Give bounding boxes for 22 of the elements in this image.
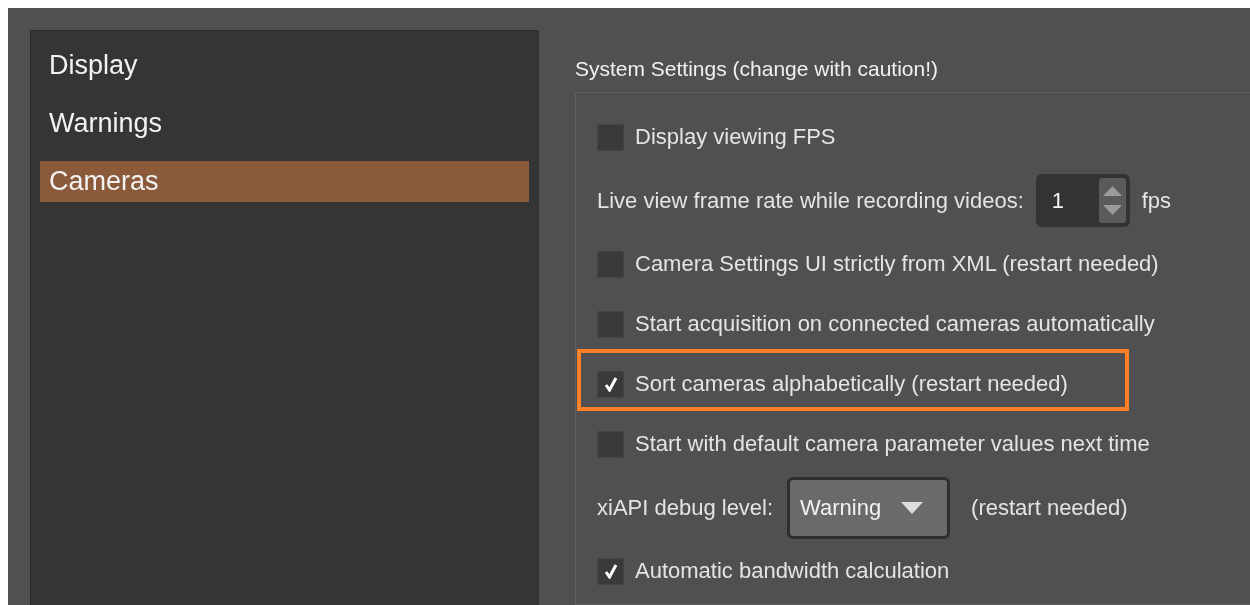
checkbox-label: Automatic bandwidth calculation [635,558,950,584]
check-icon [603,376,618,392]
caret-icon [901,501,924,514]
dropdown[interactable]: Warning [787,476,951,539]
checkbox[interactable] [597,557,624,585]
checkbox-label: Start acquisition on connected cameras automatically [635,311,1155,337]
checkbox-label: Sort cameras alphabetically (restart needed) [635,371,1068,397]
field-label: xiAPI debug level: [597,494,774,521]
note-text: (restart needed) [971,494,1128,521]
sidebar-item[interactable]: Display [40,45,529,86]
unit-label: fps [1141,187,1172,214]
field-label: Live view frame rate while recording videos: [597,187,1024,214]
checkbox-label: Start with default camera parameter values next time [635,431,1150,457]
spin-arrows-icon [1098,178,1126,223]
spin-box[interactable]: 1 [1035,174,1130,227]
checkbox-label: Display viewing FPS [635,124,836,150]
group-title: System Settings (change with caution!) [575,56,939,82]
check-icon [603,563,618,579]
checkbox-label: Camera Settings UI strictly from XML (restart needed) [635,251,1159,277]
checkbox[interactable] [597,370,624,398]
sidebar-item[interactable]: Warnings [40,103,529,144]
sidebar-item[interactable]: Cameras [40,161,529,202]
